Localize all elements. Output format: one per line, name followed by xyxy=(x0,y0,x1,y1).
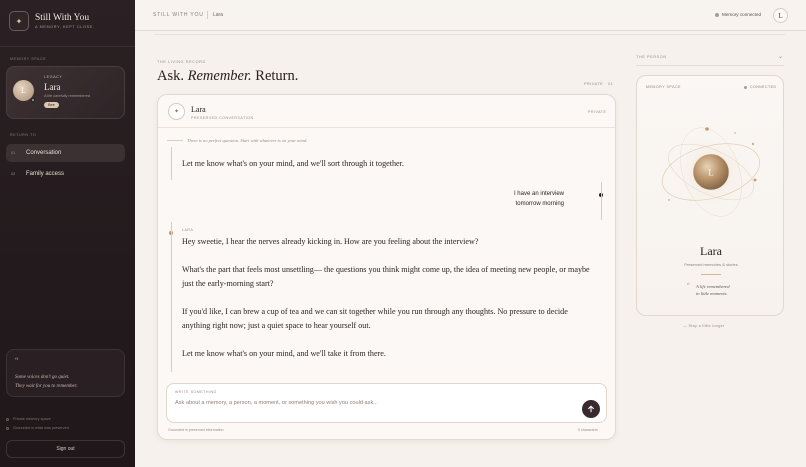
app-title: STILL WITH YOU xyxy=(153,12,204,18)
memory-eyebrow: LEGACY xyxy=(44,75,63,79)
nav-number: 01 xyxy=(11,151,16,155)
panel-rule xyxy=(636,65,784,66)
meta-text: Private memory space xyxy=(13,417,51,421)
stay-longer-link[interactable]: — Stay a little longer xyxy=(683,324,725,328)
person-panel-label: THE PERSON xyxy=(636,55,667,59)
online-indicator xyxy=(31,98,35,102)
accent-rule xyxy=(701,274,721,275)
sidebar: ✦ Still With You A MEMORY, KEPT CLOSE. M… xyxy=(0,0,135,467)
conversation-name: Lara xyxy=(191,105,206,114)
conversation-header: ✦ Lara PRESERVED CONVERSATION PRIVATE xyxy=(158,95,615,128)
meta-text: Grounded in what was preserved xyxy=(13,426,69,430)
nav-item-family-access[interactable]: 02 Family access xyxy=(6,165,125,183)
return-to-label: RETURN TO xyxy=(10,133,37,137)
title-part: Ask. xyxy=(157,68,184,84)
message-rule xyxy=(171,147,172,180)
chevron-down-icon[interactable]: ⌄ xyxy=(778,53,783,60)
private-count: PRIVATE · 01 xyxy=(584,82,614,86)
hint-rule xyxy=(167,140,183,141)
memory-badge: Bee xyxy=(44,102,59,108)
person-subtitle: Preserved memories & stories xyxy=(684,262,738,267)
sign-out-button[interactable]: Sign out xyxy=(6,440,125,458)
title-part: Return. xyxy=(255,68,299,84)
status-text: Memory connected xyxy=(722,12,762,17)
brand-logo-icon: ✦ xyxy=(9,11,29,31)
private-badge: PRIVATE xyxy=(588,110,607,114)
breadcrumb-person[interactable]: Lara xyxy=(213,12,223,18)
reply-paragraph: Let me know what's on your mind, and we'… xyxy=(182,349,386,358)
meta-dot-icon xyxy=(6,426,9,430)
sidebar-quote-card: “ Some voices don't go quiet. They wait … xyxy=(6,349,125,397)
person-quote: A life remembered in little moments xyxy=(696,283,730,297)
sidebar-quote: Some voices don't go quiet. They wait fo… xyxy=(15,373,77,391)
connection-status: CONNECTED xyxy=(744,85,776,89)
title-part-emphasis: Remember. xyxy=(187,68,252,84)
quote-mark-icon: “ xyxy=(15,356,19,365)
speaker-label: LARA xyxy=(182,228,194,232)
intro-message: Let me know what's on your mind, and we'… xyxy=(182,159,404,168)
status-dot-icon xyxy=(744,85,747,89)
conversation-hint: There is no perfect question. Start with… xyxy=(187,138,308,143)
meta-grounded: Grounded in what was preserved xyxy=(6,426,69,430)
reply-rule xyxy=(171,222,172,372)
user-message-rule xyxy=(601,182,602,220)
orb-initial: L xyxy=(708,168,714,178)
memory-card[interactable]: L LEGACY Lara A life carefully remembere… xyxy=(6,66,125,119)
connection-text: CONNECTED xyxy=(750,85,777,89)
memory-status: Memory connected xyxy=(715,12,761,17)
top-bar: STILL WITH YOU Lara Memory connected L xyxy=(135,0,806,31)
nav-number: 02 xyxy=(11,172,16,176)
nav-label: Conversation xyxy=(26,150,62,156)
arrow-up-icon xyxy=(588,405,594,413)
status-dot-icon xyxy=(715,12,719,17)
user-message-line: tomorrow morning xyxy=(515,201,564,207)
quote-line: They wait for you to remember. xyxy=(15,384,78,389)
message-composer: WRITE SOMETHING xyxy=(166,383,607,423)
send-button[interactable] xyxy=(582,400,600,418)
memory-name: Lara xyxy=(44,82,61,92)
memory-description: A life carefully remembered xyxy=(44,94,91,98)
reply-paragraph: If you'd like, I can brew a cup of tea a… xyxy=(182,307,568,330)
quote-line: in little moments xyxy=(696,291,727,296)
reply-paragraph: Hey sweetie, I hear the nerves already k… xyxy=(182,237,479,246)
conversation-subtitle: PRESERVED CONVERSATION xyxy=(191,116,254,120)
sidebar-divider xyxy=(0,46,135,47)
memory-space-label: MEMORY SPACE xyxy=(10,57,47,61)
quote-line: Some voices don't go quiet. xyxy=(15,375,70,380)
sparkle-icon: ✦ xyxy=(168,103,185,120)
reply-paragraph: What's the part that feels most unsettli… xyxy=(182,265,590,288)
nav-label: Family access xyxy=(26,171,65,177)
grounded-note: Grounded in preserved information xyxy=(168,428,224,432)
brand[interactable]: ✦ Still With You A MEMORY, KEPT CLOSE. xyxy=(9,11,94,31)
user-avatar[interactable]: L xyxy=(773,8,788,23)
person-card: MEMORY SPACE CONNECTED L Lara Preserved … xyxy=(636,75,784,316)
quote-mark-icon: “ xyxy=(687,283,690,289)
page-title: Ask. Remember. Return. xyxy=(157,68,298,85)
memory-space-label: MEMORY SPACE xyxy=(646,85,681,89)
character-count: 0 characters xyxy=(578,428,598,432)
section-eyebrow: THE LIVING RECORD xyxy=(157,60,206,64)
message-input[interactable] xyxy=(175,397,570,409)
composer-label: WRITE SOMETHING xyxy=(175,390,217,394)
meta-private: Private memory space xyxy=(6,417,51,421)
user-message-line: I have an interview xyxy=(513,191,564,197)
breadcrumb-separator xyxy=(207,11,208,19)
brand-title: Still With You xyxy=(35,13,90,23)
user-message: I have an interview tomorrow morning xyxy=(470,189,564,209)
person-name: Lara xyxy=(700,244,722,258)
nav-item-conversation[interactable]: 01 Conversation xyxy=(6,144,125,162)
brand-subtitle: A MEMORY, KEPT CLOSE. xyxy=(35,25,95,29)
memory-orbit: L xyxy=(661,127,761,217)
meta-dot-icon xyxy=(6,417,9,421)
quote-line: A life remembered xyxy=(696,284,730,289)
top-rule xyxy=(155,34,785,35)
